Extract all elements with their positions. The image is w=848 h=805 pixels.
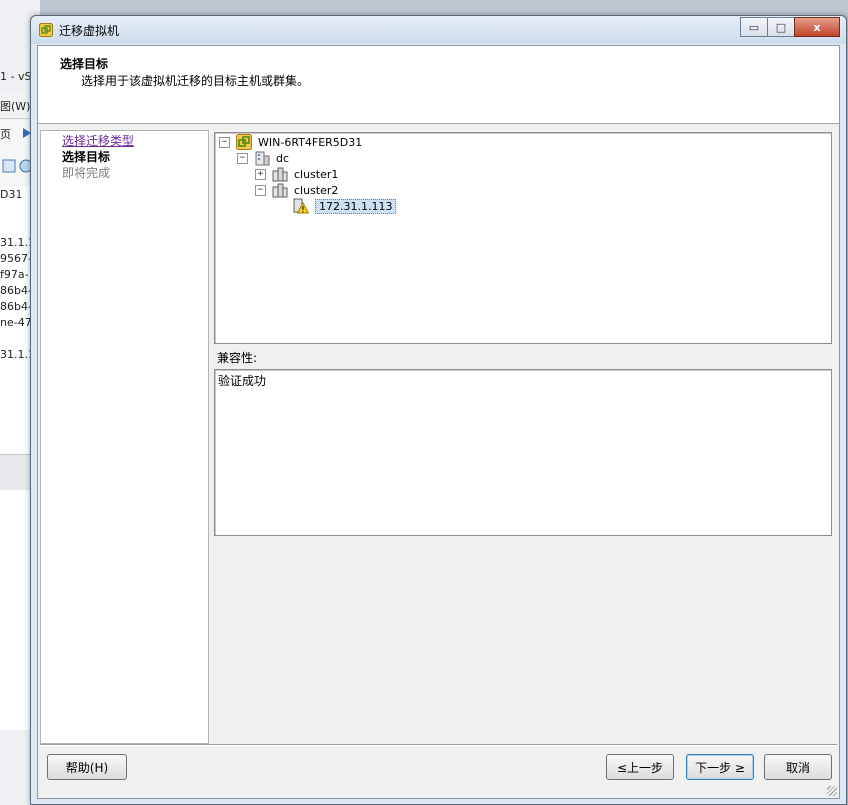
tree-node-cluster1[interactable]: + cluster1 xyxy=(255,166,338,182)
tree-label-cluster1: cluster1 xyxy=(294,167,339,181)
bg-tree-item[interactable]: 9567- xyxy=(0,252,32,265)
step-ready-to-complete: 即将完成 xyxy=(62,166,111,180)
collapse-icon[interactable]: − xyxy=(255,184,266,196)
dialog-body: 选择目标 选择用于该虚拟机迁移的目标主机或群集。 选择迁移类型 选择目标 即将完… xyxy=(37,45,840,799)
cluster-icon xyxy=(272,167,288,182)
bg-tree-item[interactable]: 86b4- xyxy=(0,284,32,297)
tree-label-cluster2: cluster2 xyxy=(294,183,339,197)
toolbar-icon[interactable] xyxy=(2,158,16,174)
minimize-button[interactable]: ▭ xyxy=(740,17,768,37)
datacenter-icon xyxy=(255,151,270,166)
window-controls: ▭ □ x xyxy=(740,17,840,37)
bg-tree-item[interactable]: D31 xyxy=(0,188,22,201)
help-button[interactable]: 帮助(H) xyxy=(47,754,127,780)
tree-node-host[interactable]: 172.31.1.113 xyxy=(293,198,397,214)
wizard-header: 选择目标 选择用于该虚拟机迁移的目标主机或群集。 xyxy=(38,46,839,124)
page-subtitle: 选择用于该虚拟机迁移的目标主机或群集。 xyxy=(81,74,310,88)
title-bar[interactable]: 迁移虚拟机 ▭ □ x xyxy=(31,16,846,44)
destination-tree[interactable]: − WIN-6RT4FER5D31 − dc + cluster1 − clus… xyxy=(214,132,832,344)
bg-tree-item[interactable]: f97a- xyxy=(0,268,29,281)
tree-node-datacenter[interactable]: − dc xyxy=(237,150,289,166)
bg-tree-item[interactable]: 86b4- xyxy=(0,300,32,313)
wizard-steps: 选择迁移类型 选择目标 即将完成 xyxy=(40,130,209,744)
bg-tree-item[interactable]: ne-47 xyxy=(0,316,32,329)
back-button[interactable]: ≤上一步 xyxy=(606,754,674,780)
collapse-icon[interactable]: − xyxy=(237,152,248,164)
bg-menu-fragment[interactable]: 图(W) xyxy=(0,98,30,114)
tree-node-cluster2[interactable]: − cluster2 xyxy=(255,182,338,198)
step-select-migration-type[interactable]: 选择迁移类型 xyxy=(62,132,134,149)
cluster-icon xyxy=(272,183,288,198)
vsphere-logo-icon xyxy=(39,23,53,37)
resize-grip[interactable] xyxy=(827,786,837,796)
migrate-vm-dialog: 迁移虚拟机 ▭ □ x 选择目标 选择用于该虚拟机迁移的目标主机或群集。 选择迁… xyxy=(30,15,847,805)
dialog-title: 迁移虚拟机 xyxy=(59,24,120,38)
tree-label-datacenter: dc xyxy=(276,151,290,165)
compatibility-box: 验证成功 xyxy=(214,369,832,536)
footer-divider xyxy=(40,744,837,746)
compatibility-label: 兼容性: xyxy=(217,351,258,365)
host-warning-icon xyxy=(293,198,309,214)
next-button[interactable]: 下一步 ≥ xyxy=(686,754,754,780)
collapse-icon[interactable]: − xyxy=(219,136,230,148)
tree-label-root: WIN-6RT4FER5D31 xyxy=(258,135,363,149)
tree-label-host: 172.31.1.113 xyxy=(315,198,397,214)
maximize-button[interactable]: □ xyxy=(767,17,795,37)
close-button[interactable]: x xyxy=(794,17,840,37)
bg-title-fragment: 1 - vS xyxy=(0,70,32,83)
step-select-destination: 选择目标 xyxy=(62,150,111,164)
bg-tab-fragment[interactable]: 页 xyxy=(0,126,11,142)
vcenter-icon xyxy=(236,134,252,150)
compatibility-message: 验证成功 xyxy=(218,374,267,388)
tree-node-root[interactable]: − WIN-6RT4FER5D31 xyxy=(219,134,362,150)
page-title: 选择目标 xyxy=(60,57,109,71)
expand-icon[interactable]: + xyxy=(255,168,266,180)
cancel-button[interactable]: 取消 xyxy=(764,754,832,780)
